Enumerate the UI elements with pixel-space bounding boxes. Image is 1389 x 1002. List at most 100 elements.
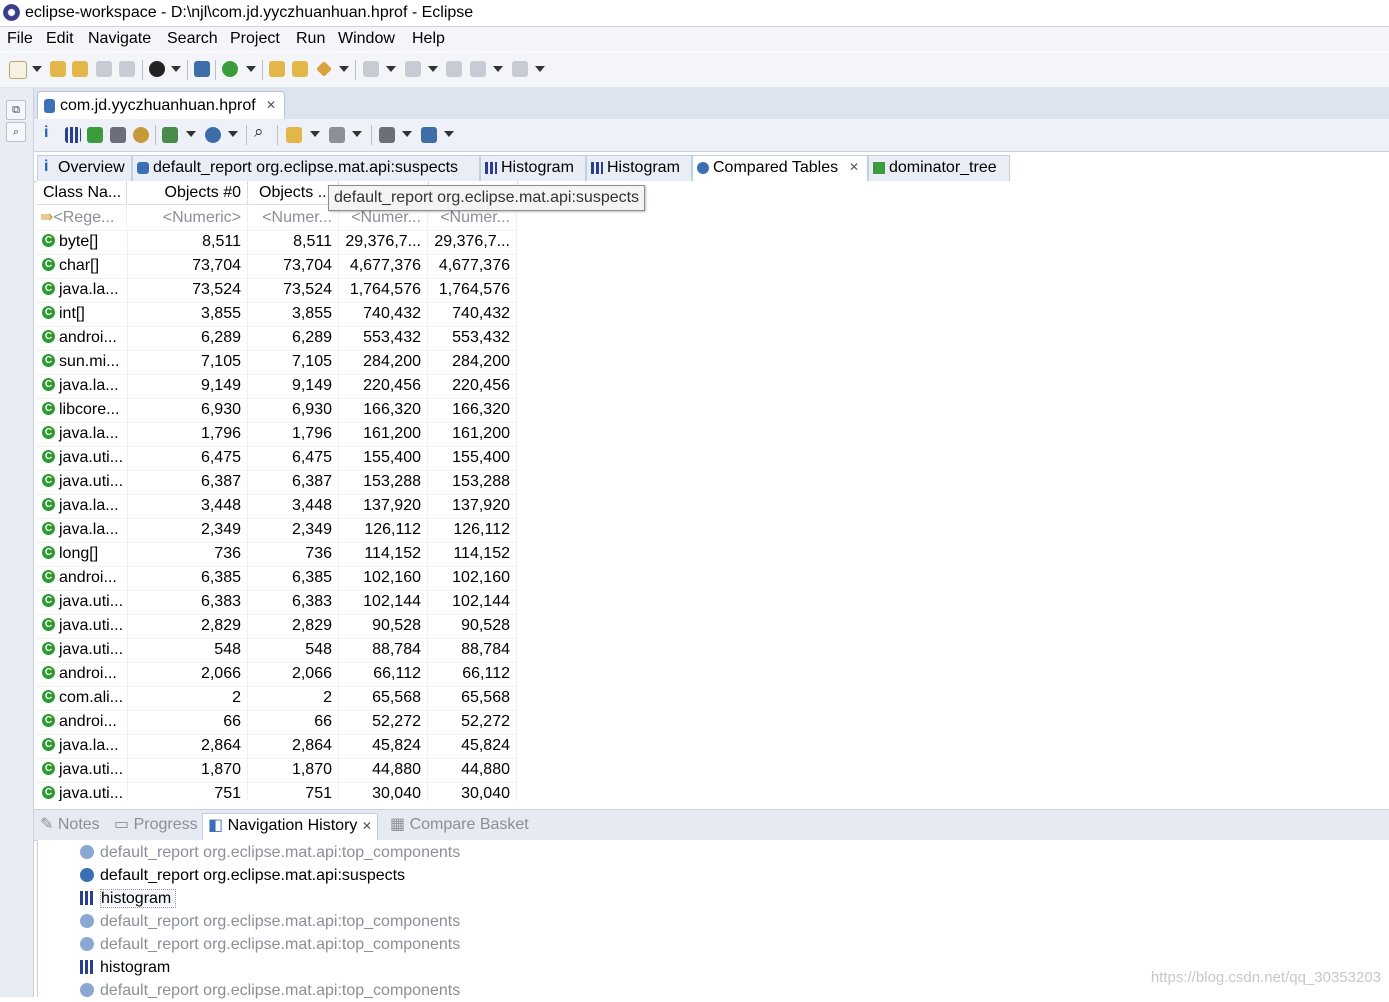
table-row[interactable]: Cjava.la... 3,448 3,448 137,920 137,920 xyxy=(37,494,517,519)
column-header-objects-0[interactable]: Objects #0 xyxy=(128,181,248,205)
new-dropdown-icon[interactable] xyxy=(32,66,42,72)
menu-help[interactable]: Help xyxy=(412,30,445,48)
open-type-icon[interactable] xyxy=(269,61,285,77)
oql-icon[interactable] xyxy=(110,127,126,143)
pen-icon[interactable] xyxy=(316,61,332,77)
restore-icon[interactable]: ⧉ xyxy=(6,100,26,120)
table-row[interactable]: Cjava.uti... 2,829 2,829 90,528 90,528 xyxy=(37,614,517,639)
table-row[interactable]: Clibcore... 6,930 6,930 166,320 166,320 xyxy=(37,398,517,423)
menu-run[interactable]: Run xyxy=(296,30,325,48)
tab-dominator-tree[interactable]: dominator_tree xyxy=(868,155,1010,182)
history-item[interactable]: default_report org.eclipse.mat.api:top_c… xyxy=(80,911,460,933)
menu-edit[interactable]: Edit xyxy=(46,30,74,48)
group-by-icon[interactable] xyxy=(286,127,302,143)
history-item[interactable]: default_report org.eclipse.mat.api:top_c… xyxy=(80,934,460,956)
query-browser-icon[interactable] xyxy=(205,127,221,143)
history-item[interactable]: default_report org.eclipse.mat.api:suspe… xyxy=(80,865,405,887)
tab-default-report-suspects[interactable]: default_report org.eclipse.mat.api:suspe… xyxy=(132,155,480,182)
editor-tab[interactable]: com.jd.yyczhuanhuan.hprof ✕ xyxy=(37,91,285,120)
calculate-retained-dropdown-icon[interactable] xyxy=(352,131,362,137)
columns-icon[interactable] xyxy=(379,127,395,143)
column-header-class-name[interactable]: Class Na... xyxy=(37,181,127,205)
debug-icon[interactable] xyxy=(149,61,165,77)
close-icon[interactable]: ✕ xyxy=(266,98,276,112)
table-row[interactable]: Cjava.uti... 6,383 6,383 102,144 102,144 xyxy=(37,590,517,615)
tab-compared-tables[interactable]: Compared Tables ✕ xyxy=(692,155,868,182)
last-edit-icon[interactable] xyxy=(446,61,462,77)
run-expert-dropdown-icon[interactable] xyxy=(186,131,196,137)
menu-file[interactable]: File xyxy=(7,30,33,48)
heap-dump-overview-icon[interactable] xyxy=(133,127,149,143)
prev-annotation-dropdown-icon[interactable] xyxy=(428,66,438,72)
menu-window[interactable]: Window xyxy=(338,30,395,48)
tab-overview[interactable]: i Overview xyxy=(37,155,132,182)
dominator-tree-icon[interactable] xyxy=(87,127,103,143)
open-resource-icon[interactable] xyxy=(292,61,308,77)
tab-navigation-history[interactable]: ◧ Navigation History ✕ xyxy=(202,813,378,840)
table-row[interactable]: Clong[] 736 736 114,152 114,152 xyxy=(37,542,517,567)
menu-navigate[interactable]: Navigate xyxy=(88,30,151,48)
run-dropdown-icon[interactable] xyxy=(246,66,256,72)
search-icon[interactable]: ⌕ xyxy=(254,122,264,142)
column-header-objects-1[interactable]: Objects ... xyxy=(249,181,339,205)
overview-info-icon[interactable]: i xyxy=(44,124,48,142)
open-file-icon[interactable] xyxy=(72,61,88,77)
table-row[interactable]: Ccom.ali... 2 2 65,568 65,568 xyxy=(37,686,517,711)
forward-icon[interactable] xyxy=(512,61,528,77)
table-row[interactable]: Cjava.la... 2,349 2,349 126,112 126,112 xyxy=(37,518,517,543)
new-icon[interactable] xyxy=(9,61,27,79)
history-item[interactable]: default_report org.eclipse.mat.api:top_c… xyxy=(80,842,460,864)
back-icon[interactable] xyxy=(470,61,486,77)
save-icon[interactable] xyxy=(96,61,112,77)
table-row[interactable]: Cint[] 3,855 3,855 740,432 740,432 xyxy=(37,302,517,327)
open-heap-dump-icon[interactable] xyxy=(50,61,66,77)
objects-1-filter[interactable]: <Numer... xyxy=(249,206,339,230)
inspector-icon[interactable]: ⌕ xyxy=(6,122,26,142)
next-annotation-icon[interactable] xyxy=(363,61,379,77)
run-icon[interactable] xyxy=(222,61,238,77)
pen-dropdown-icon[interactable] xyxy=(339,66,349,72)
run-expert-system-icon[interactable] xyxy=(162,127,178,143)
group-by-dropdown-icon[interactable] xyxy=(310,131,320,137)
prev-annotation-icon[interactable] xyxy=(405,61,421,77)
table-row[interactable]: Candroi... 6,385 6,385 102,160 102,160 xyxy=(37,566,517,591)
menu-search[interactable]: Search xyxy=(167,30,218,48)
table-row[interactable]: Cjava.uti... 1,870 1,870 44,880 44,880 xyxy=(37,758,517,783)
history-item[interactable]: histogram xyxy=(80,888,177,910)
histogram-icon[interactable] xyxy=(65,127,81,143)
query-browser-dropdown-icon[interactable] xyxy=(228,131,238,137)
table-row[interactable]: Cbyte[] 8,511 8,511 29,376,7... 29,376,7... xyxy=(37,230,517,255)
table-row[interactable]: Cjava.la... 73,524 73,524 1,764,576 1,764,57… xyxy=(37,278,517,303)
tab-notes[interactable]: ✎ Notes xyxy=(40,813,100,839)
history-item[interactable]: default_report org.eclipse.mat.api:top_c… xyxy=(80,980,460,1002)
objects-0-filter[interactable]: <Numeric> xyxy=(128,206,248,230)
table-row[interactable]: Cjava.uti... 751 751 30,040 30,040 xyxy=(37,782,517,801)
table-row[interactable]: Cjava.uti... 548 548 88,784 88,784 xyxy=(37,638,517,663)
table-row[interactable]: Cjava.la... 2,864 2,864 45,824 45,824 xyxy=(37,734,517,759)
save-all-icon[interactable] xyxy=(119,61,135,77)
table-row[interactable]: Cjava.la... 1,796 1,796 161,200 161,200 xyxy=(37,422,517,447)
table-row[interactable]: Candroi... 2,066 2,066 66,112 66,112 xyxy=(37,662,517,687)
table-row[interactable]: Cchar[] 73,704 73,704 4,677,376 4,677,376 xyxy=(37,254,517,279)
table-row[interactable]: Candroi... 66 66 52,272 52,272 xyxy=(37,710,517,735)
close-icon[interactable]: ✕ xyxy=(849,160,859,174)
columns-dropdown-icon[interactable] xyxy=(402,131,412,137)
table-row[interactable]: Cjava.la... 9,149 9,149 220,456 220,456 xyxy=(37,374,517,399)
tab-histogram-1[interactable]: Histogram xyxy=(480,155,586,182)
menu-project[interactable]: Project xyxy=(230,30,280,48)
history-item[interactable]: histogram xyxy=(80,957,170,979)
class-name-filter[interactable]: ⇛<Rege... xyxy=(37,206,127,230)
table-row[interactable]: Csun.mi... 7,105 7,105 284,200 284,200 xyxy=(37,350,517,375)
tab-compare-basket[interactable]: ▦ Compare Basket xyxy=(390,813,529,839)
table-row[interactable]: Candroi... 6,289 6,289 553,432 553,432 xyxy=(37,326,517,351)
forward-dropdown-icon[interactable] xyxy=(535,66,545,72)
export-icon[interactable] xyxy=(421,127,437,143)
calculate-retained-icon[interactable] xyxy=(329,127,345,143)
export-dropdown-icon[interactable] xyxy=(444,131,454,137)
table-row[interactable]: Cjava.uti... 6,387 6,387 153,288 153,288 xyxy=(37,470,517,495)
debug-dropdown-icon[interactable] xyxy=(171,66,181,72)
table-row[interactable]: Cjava.uti... 6,475 6,475 155,400 155,400 xyxy=(37,446,517,471)
tab-histogram-2[interactable]: Histogram xyxy=(586,155,692,182)
tab-progress[interactable]: ▭ Progress xyxy=(114,813,198,839)
next-annotation-dropdown-icon[interactable] xyxy=(386,66,396,72)
